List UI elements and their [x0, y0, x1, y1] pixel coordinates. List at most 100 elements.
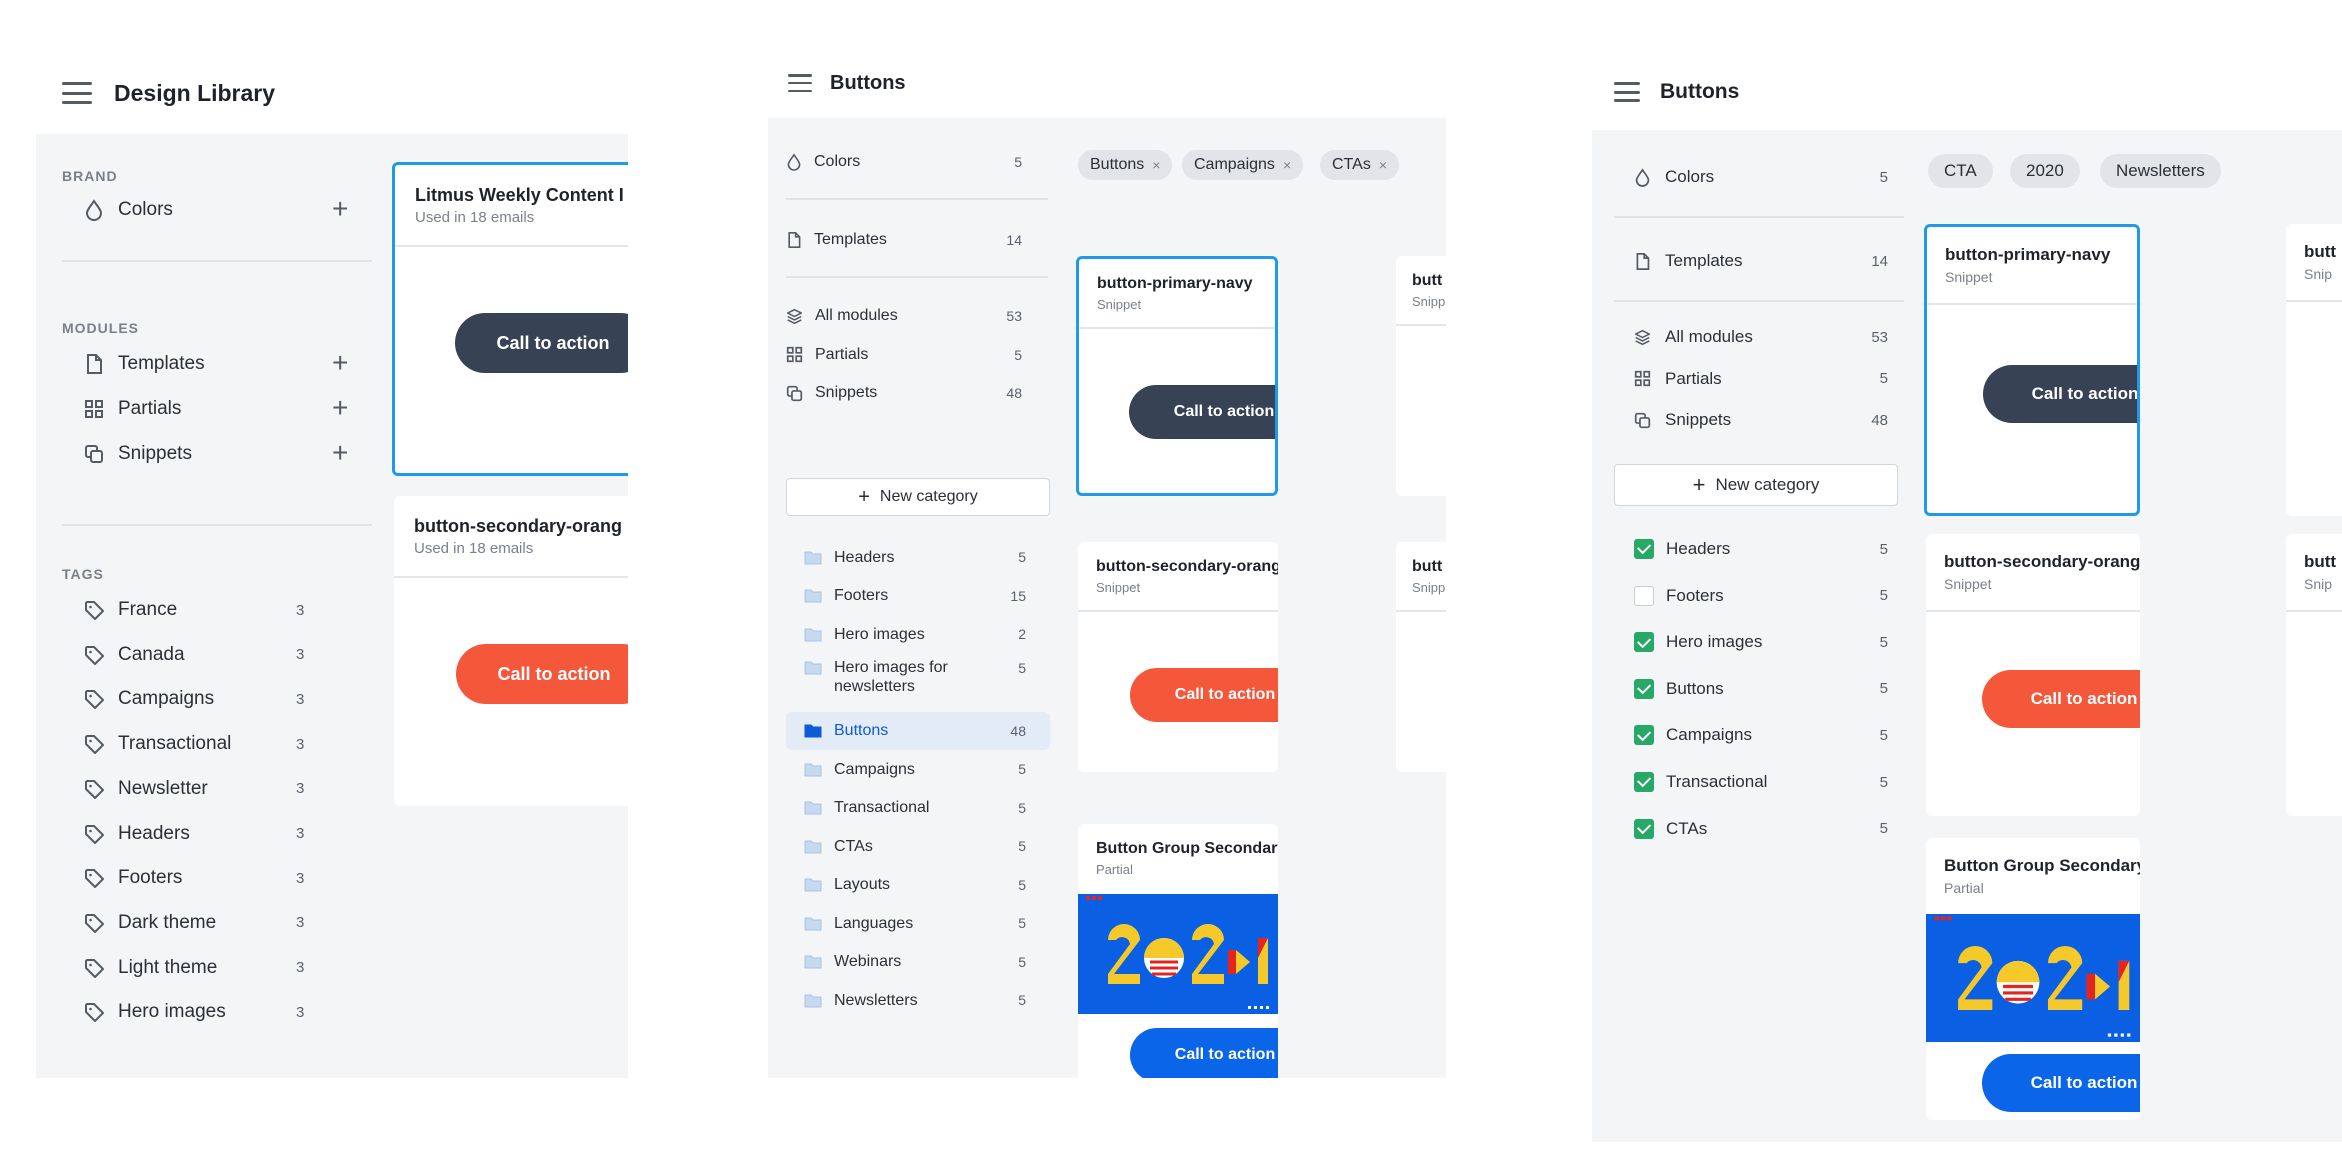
tag-item[interactable]: France 3 [84, 592, 364, 628]
tag-icon [84, 734, 104, 755]
checkbox[interactable] [1634, 585, 1654, 606]
folder-label: Newsletters [834, 991, 918, 1009]
filter-chip[interactable]: Newsletters [2100, 154, 2221, 188]
filter-chip[interactable]: CTA [1928, 154, 1993, 188]
tag-item[interactable]: Headers 3 [84, 816, 364, 852]
call-to-action-button[interactable]: Call to action [455, 313, 628, 373]
tag-item[interactable]: Dark theme 3 [84, 905, 364, 941]
new-category-button[interactable]: + New category [1614, 464, 1898, 506]
sidebar-item-partials[interactable]: Partials + [84, 391, 364, 427]
sidebar-item-templates[interactable]: Templates 14 [1634, 246, 1904, 276]
folder-item[interactable]: Layouts 5 [786, 866, 1050, 904]
call-to-action-button[interactable]: Call to action [1130, 668, 1278, 722]
filter-chip[interactable]: Buttons × [1078, 150, 1173, 180]
checkbox[interactable] [1634, 539, 1654, 559]
close-icon[interactable]: × [1283, 157, 1291, 173]
module-card[interactable]: button-primary-navy Snippet Call to acti… [1924, 224, 2140, 516]
checkbox[interactable] [1634, 725, 1654, 746]
category-checkbox-item[interactable]: Headers 5 [1634, 534, 1904, 564]
category-checkbox-item[interactable]: Hero images 5 [1634, 627, 1904, 657]
call-to-action-button[interactable]: Call to action [1130, 1028, 1278, 1078]
card-subtitle: Snip [2304, 266, 2333, 282]
close-icon[interactable]: × [1152, 157, 1160, 173]
close-icon[interactable]: × [1379, 157, 1387, 173]
checkbox[interactable] [1634, 772, 1654, 792]
folder-item[interactable]: Hero images 2 [786, 615, 1050, 653]
category-checkbox-item[interactable]: CTAs 5 [1634, 814, 1904, 844]
filter-chip[interactable]: 2020 [2010, 154, 2080, 188]
new-category-label: New category [1715, 475, 1820, 494]
sidebar-item-module[interactable]: All modules 53 [786, 302, 1046, 330]
sidebar-item-colors[interactable]: Colors 5 [1634, 162, 1904, 192]
call-to-action-button[interactable]: Call to action [456, 644, 628, 704]
category-checkbox-item[interactable]: Transactional 5 [1634, 767, 1904, 797]
sidebar-item-module[interactable]: Snippets 48 [1634, 405, 1904, 435]
filter-chip[interactable]: CTAs × [1320, 150, 1399, 180]
folder-item[interactable]: Languages 5 [786, 904, 1050, 942]
add-template-button[interactable]: + [332, 346, 348, 380]
checkbox[interactable] [1634, 632, 1654, 653]
module-card[interactable]: button-secondary-orang Used in 18 emails… [394, 496, 628, 806]
tag-item[interactable]: Newsletter 3 [84, 771, 364, 807]
call-to-action-button[interactable]: Call to action [1129, 385, 1275, 439]
folder-label: CTAs [834, 837, 873, 855]
add-color-button[interactable]: + [332, 192, 348, 226]
folder-item[interactable]: Newsletters 5 [786, 981, 1050, 1019]
checkbox[interactable] [1634, 678, 1654, 699]
folder-item[interactable]: CTAs 5 [786, 827, 1050, 865]
hamburger-menu-icon[interactable] [1614, 82, 1640, 102]
card-title: Litmus Weekly Content I [415, 185, 624, 205]
sidebar-item-snippets[interactable]: Snippets + [84, 436, 364, 472]
module-card-peek[interactable]: butt Snip [2286, 224, 2342, 516]
filter-chip[interactable]: Campaigns × [1182, 150, 1304, 180]
module-card[interactable]: Button Group Secondary Partial Call to a… [1078, 824, 1278, 1078]
module-card[interactable]: Button Group Secondary Partial Call to a… [1926, 838, 2140, 1120]
folder-item[interactable]: Headers 5 [786, 538, 1050, 576]
category-checkbox-item[interactable]: Buttons 5 [1634, 674, 1904, 704]
folder-item[interactable]: Hero images for newsletters 5 [786, 654, 1050, 702]
module-card[interactable]: button-secondary-orange Snippet Call to … [1926, 534, 2140, 816]
folder-item[interactable]: Transactional 5 [786, 789, 1050, 827]
folder-item[interactable]: Buttons 48 [786, 711, 1050, 750]
sidebar-item-colors[interactable]: Colors + [84, 192, 364, 228]
plus-icon: + [1692, 472, 1706, 497]
call-to-action-button[interactable]: Call to action [1982, 670, 2140, 728]
sidebar-item-colors[interactable]: Colors 5 [786, 148, 1046, 176]
tag-item[interactable]: Campaigns 3 [84, 681, 364, 717]
sidebar-item-templates[interactable]: Templates 14 [786, 226, 1046, 254]
call-to-action-button[interactable]: Call to action [1983, 365, 2137, 423]
sidebar-item-templates[interactable]: Templates + [84, 346, 364, 382]
year-2021-graphic [1086, 896, 1269, 1009]
tag-count: 3 [296, 914, 305, 932]
sidebar-item-module[interactable]: All modules 53 [1634, 322, 1904, 352]
sidebar-item-module[interactable]: Snippets 48 [786, 379, 1046, 407]
module-card-peek[interactable]: butt Snip [2286, 534, 2342, 816]
module-card-peek[interactable]: butt Snipp [1396, 542, 1446, 772]
tag-item[interactable]: Hero images 3 [84, 994, 364, 1030]
tag-item[interactable]: Canada 3 [84, 637, 364, 673]
module-card-peek[interactable]: butt Snipp [1396, 256, 1446, 496]
folder-item[interactable]: Webinars 5 [786, 943, 1050, 981]
sidebar-item-module[interactable]: Partials 5 [786, 341, 1046, 369]
add-partial-button[interactable]: + [332, 391, 348, 425]
tag-item[interactable]: Transactional 3 [84, 726, 364, 762]
add-snippet-button[interactable]: + [332, 436, 348, 470]
category-checkbox-item[interactable]: Campaigns 5 [1634, 720, 1904, 750]
hamburger-menu-icon[interactable] [788, 74, 812, 92]
hamburger-menu-icon[interactable] [62, 82, 92, 104]
module-card[interactable]: Litmus Weekly Content I Used in 18 email… [392, 162, 628, 476]
checkbox[interactable] [1634, 818, 1654, 839]
module-card[interactable]: button-primary-navy Snippet Call to acti… [1076, 256, 1278, 496]
sidebar-item-module[interactable]: Partials 5 [1634, 364, 1904, 394]
category-checkbox-item[interactable]: Footers 5 [1634, 581, 1904, 611]
folder-count: 5 [1018, 992, 1026, 1008]
tag-item[interactable]: Footers 3 [84, 860, 364, 896]
tag-icon [84, 779, 104, 799]
folder-item[interactable]: Campaigns 5 [786, 750, 1050, 788]
new-category-button[interactable]: + New category [786, 478, 1050, 516]
call-to-action-button[interactable]: Call to action [1982, 1054, 2140, 1112]
sidebar-item-label: Snippets [118, 443, 192, 464]
tag-item[interactable]: Light theme 3 [84, 950, 364, 986]
module-card[interactable]: button-secondary-orange Snippet Call to … [1078, 542, 1278, 772]
folder-item[interactable]: Footers 15 [786, 577, 1050, 615]
